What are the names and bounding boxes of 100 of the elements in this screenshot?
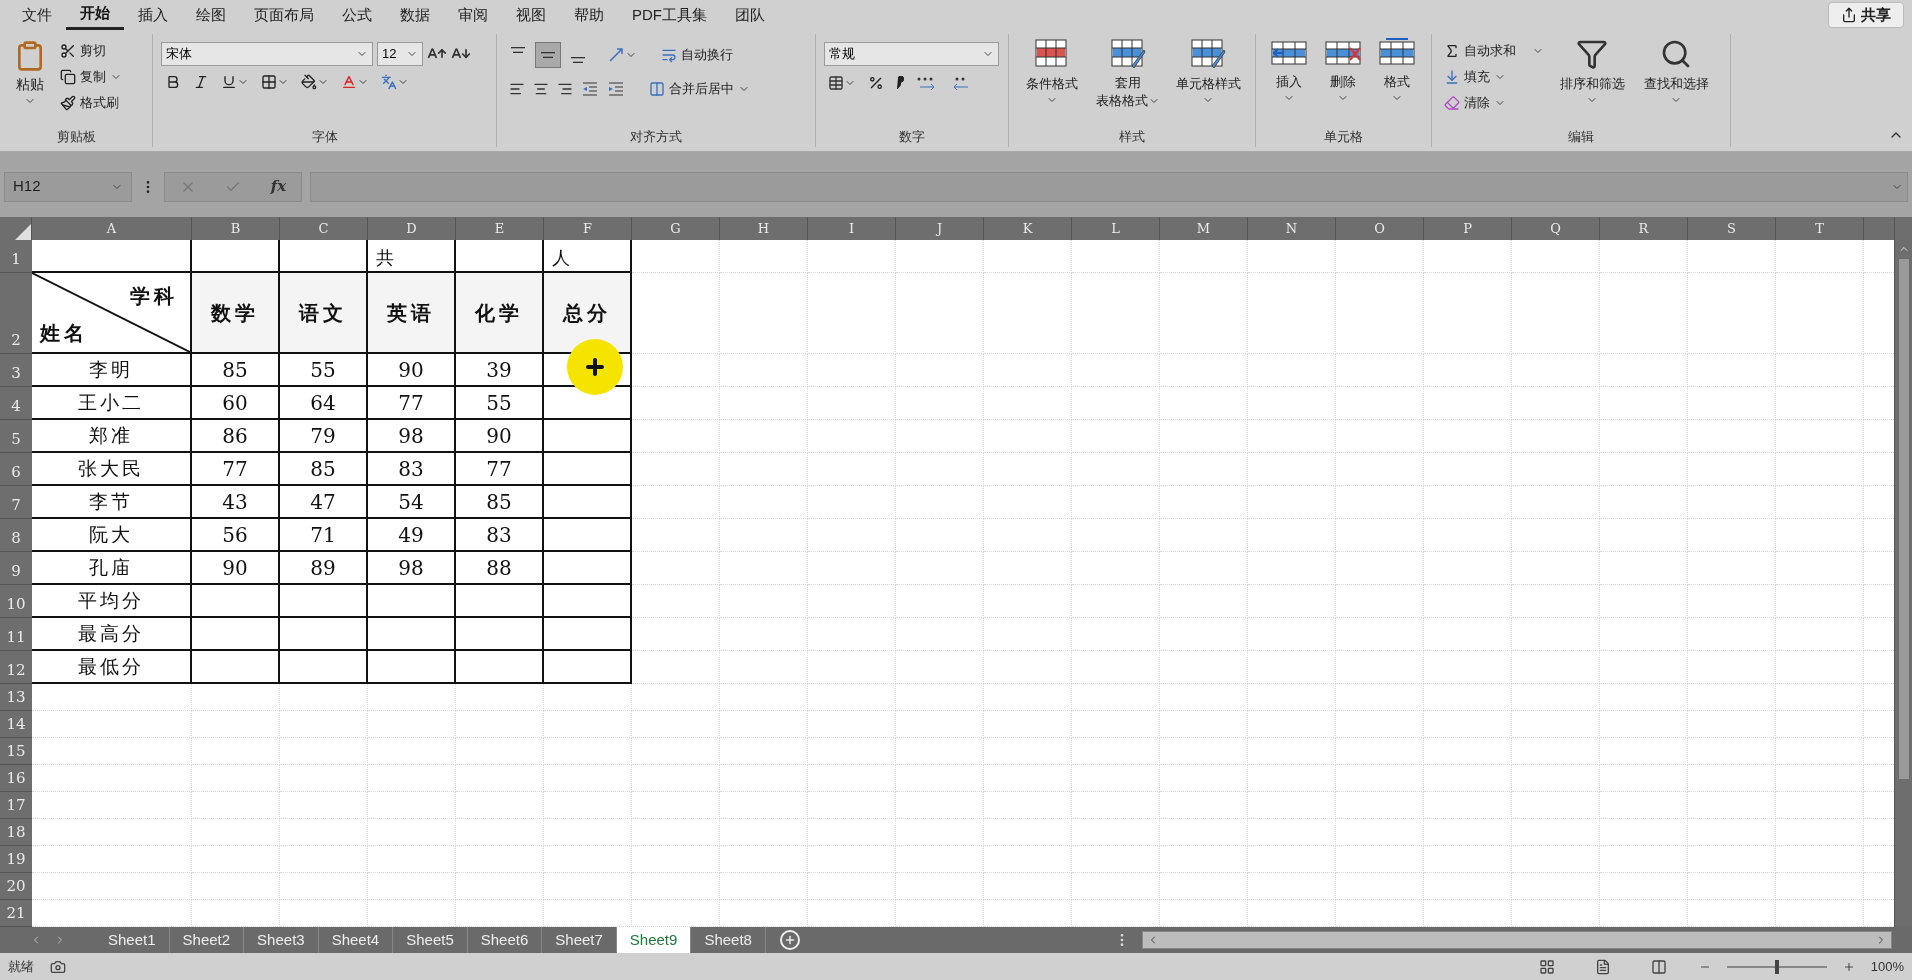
row-header[interactable]: 11 (0, 618, 32, 651)
delete-button[interactable]: 删除 (1318, 38, 1368, 104)
menu-tab[interactable]: 团队 (721, 0, 779, 30)
column-header[interactable]: I (808, 217, 896, 240)
cell-styles-button[interactable]: 单元格样式 (1169, 38, 1247, 106)
group-label: 编辑 (1568, 128, 1594, 147)
score-cell: 85 (456, 486, 544, 519)
score-cell: 85 (280, 453, 368, 486)
group-label: 单元格 (1324, 128, 1363, 147)
score-cell: 49 (368, 519, 456, 552)
column-header[interactable]: P (1424, 217, 1512, 240)
score-cell: 54 (368, 486, 456, 519)
header-label: 姓名 (40, 320, 88, 347)
row-header[interactable]: 9 (0, 552, 32, 585)
column-header[interactable]: A (32, 217, 192, 240)
summary-label-cell: 平均分 (32, 585, 192, 618)
row-header[interactable]: 10 (0, 585, 32, 618)
row-header[interactable]: 1 (0, 240, 32, 273)
column-header[interactable]: C (280, 217, 368, 240)
column-header[interactable]: F (544, 217, 632, 240)
score-cell: 77 (192, 453, 280, 486)
font-name-field[interactable]: 宋体 (161, 42, 373, 66)
column-header[interactable]: M (1160, 217, 1248, 240)
row-header[interactable]: 13 (0, 684, 32, 711)
copy-button[interactable]: 复制 (56, 64, 126, 90)
sort-filter-button[interactable]: 排序和筛选 (1552, 38, 1632, 106)
insert-button[interactable]: 插入 (1264, 38, 1314, 104)
row-header[interactable]: 3 (0, 354, 32, 387)
merge-center-button[interactable]: 合并后居中 (645, 76, 754, 102)
row-header[interactable]: 21 (0, 900, 32, 927)
column-header-cell: 数学 (192, 273, 280, 354)
find-select-button[interactable]: 查找和选择 (1636, 38, 1716, 106)
fill-button[interactable]: 填充 (1440, 64, 1548, 90)
menu-tab[interactable]: 视图 (502, 0, 560, 30)
font-size-field[interactable]: 12 (377, 42, 423, 66)
wrap-text-button[interactable]: 自动换行 (657, 42, 737, 68)
format-painter-button[interactable]: 格式刷 (56, 90, 126, 116)
column-header[interactable]: D (368, 217, 456, 240)
row-header[interactable]: 17 (0, 792, 32, 819)
menu-tab[interactable]: 数据 (386, 0, 444, 30)
column-header[interactable]: S (1688, 217, 1776, 240)
row-header[interactable]: 5 (0, 420, 32, 453)
column-header[interactable]: E (456, 217, 544, 240)
menu-tab[interactable]: 绘图 (182, 0, 240, 30)
score-cell: 88 (456, 552, 544, 585)
share-button[interactable]: 共享 (1828, 2, 1904, 28)
score-cell: 71 (280, 519, 368, 552)
column-header[interactable]: L (1072, 217, 1160, 240)
insert-function-button[interactable]: fx (270, 175, 287, 198)
autosum-button[interactable]: 自动求和 (1440, 38, 1548, 64)
name-cell: 阮大 (32, 519, 192, 552)
row-header[interactable]: 12 (0, 651, 32, 684)
score-cell: 47 (280, 486, 368, 519)
score-cell: 60 (192, 387, 280, 420)
menu-tab[interactable]: 文件 (8, 0, 66, 30)
menu-tab[interactable]: 公式 (328, 0, 386, 30)
menu-tab[interactable]: 插入 (124, 0, 182, 30)
row-header[interactable]: 8 (0, 519, 32, 552)
column-header[interactable]: N (1248, 217, 1336, 240)
menu-tab[interactable]: PDF工具集 (618, 0, 721, 30)
row-header[interactable]: 14 (0, 711, 32, 738)
row-header[interactable]: 7 (0, 486, 32, 519)
row-header[interactable]: 6 (0, 453, 32, 486)
row-header[interactable]: 19 (0, 846, 32, 873)
column-header[interactable]: K (984, 217, 1072, 240)
row-header[interactable]: 16 (0, 765, 32, 792)
format-button[interactable]: 格式 (1372, 38, 1422, 104)
row-header[interactable]: 2 (0, 273, 32, 354)
name-cell: 张大民 (32, 453, 192, 486)
column-header-cell: 语文 (280, 273, 368, 354)
column-header[interactable]: R (1600, 217, 1688, 240)
score-cell: 83 (456, 519, 544, 552)
menu-tab[interactable]: 审阅 (444, 0, 502, 30)
score-cell: 79 (280, 420, 368, 453)
conditional-format-button[interactable]: 条件格式 (1017, 38, 1088, 106)
column-header[interactable]: J (896, 217, 984, 240)
score-cell: 85 (192, 354, 280, 387)
score-cell: 90 (456, 420, 544, 453)
menu-tab[interactable]: 页面布局 (240, 0, 328, 30)
number-format-field[interactable]: 常规 (824, 42, 999, 66)
column-header[interactable]: Q (1512, 217, 1600, 240)
column-header[interactable]: H (720, 217, 808, 240)
column-header[interactable]: B (192, 217, 280, 240)
row-header[interactable]: 15 (0, 738, 32, 765)
score-cell: 55 (280, 354, 368, 387)
name-box[interactable]: H12 (4, 171, 132, 202)
format-as-table-button[interactable]: 套用 表格格式 (1091, 38, 1166, 110)
row-header[interactable]: 20 (0, 873, 32, 900)
row-header[interactable]: 4 (0, 387, 32, 420)
paste-button[interactable]: 粘贴 (8, 38, 52, 107)
row-header[interactable]: 18 (0, 819, 32, 846)
column-header[interactable]: O (1336, 217, 1424, 240)
cut-button[interactable]: 剪切 (56, 38, 126, 64)
clear-button[interactable]: 清除 (1440, 90, 1548, 116)
sheet-tab[interactable]: Sheet9 (616, 927, 692, 953)
column-header[interactable]: T (1776, 217, 1864, 240)
zoom-level: 100% (1870, 957, 1904, 976)
menu-tab[interactable]: 帮助 (560, 0, 618, 30)
name-cell: 王小二 (32, 387, 192, 420)
column-header[interactable]: G (632, 217, 720, 240)
